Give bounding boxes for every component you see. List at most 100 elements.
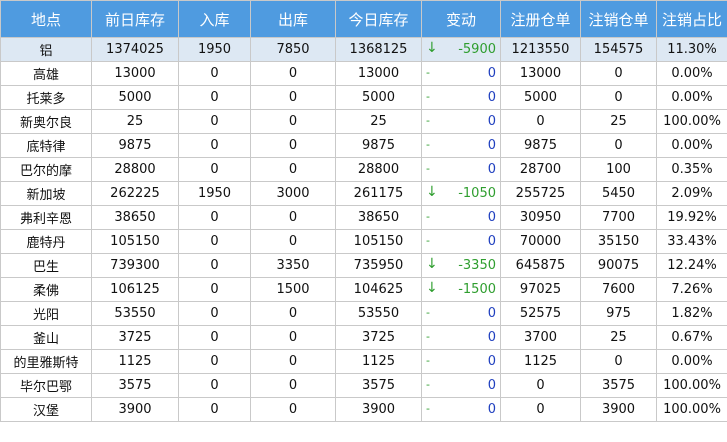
registered-warrants-cell: 255725: [500, 181, 581, 206]
prev-stock-cell: 1374025: [91, 37, 179, 62]
outbound-cell: 0: [250, 349, 336, 374]
cancel-ratio-cell: 2.09%: [656, 181, 727, 206]
inbound-cell: 0: [178, 253, 251, 278]
today-stock-cell: 38650: [335, 205, 422, 230]
location-cell: 光阳: [0, 301, 92, 326]
inventory-table: 地点 前日库存 入库 出库 今日库存 变动 注册仓单 注销仓单 注销占比 铝 13…: [0, 0, 727, 422]
dash-icon: -: [426, 402, 430, 415]
change-cell: -0: [421, 205, 501, 230]
outbound-cell: 1500: [250, 277, 336, 302]
registered-warrants-cell: 52575: [500, 301, 581, 326]
cancel-ratio-cell: 100.00%: [656, 109, 727, 134]
location-cell: 弗利辛恩: [0, 205, 92, 230]
registered-warrants-cell: 13000: [500, 61, 581, 86]
today-stock-cell: 5000: [335, 85, 422, 110]
table-row: 光阳 53550 0 0 53550-0 52575 975 1.82%: [0, 301, 727, 326]
cancel-ratio-cell: 7.26%: [656, 277, 727, 302]
cancel-ratio-cell: 11.30%: [656, 37, 727, 62]
dash-icon: -: [426, 162, 430, 175]
prev-stock-cell: 5000: [91, 85, 179, 110]
change-cell: -0: [421, 373, 501, 398]
change-value: -5900: [458, 42, 496, 57]
location-cell: 巴尔的摩: [0, 157, 92, 182]
prev-stock-cell: 28800: [91, 157, 179, 182]
dash-icon: -: [426, 114, 430, 127]
registered-warrants-cell: 0: [500, 397, 581, 422]
change-cell: -0: [421, 301, 501, 326]
prev-stock-cell: 739300: [91, 253, 179, 278]
prev-stock-cell: 53550: [91, 301, 179, 326]
outbound-cell: 7850: [250, 37, 336, 62]
change-cell: ↓ -1050: [421, 181, 501, 206]
change-value: 0: [487, 378, 496, 393]
outbound-cell: 3000: [250, 181, 336, 206]
prev-stock-cell: 105150: [91, 229, 179, 254]
dash-icon: -: [426, 66, 430, 79]
outbound-cell: 3350: [250, 253, 336, 278]
table-row: 高雄 13000 0 0 13000-0 13000 0 0.00%: [0, 61, 727, 86]
inbound-cell: 0: [178, 157, 251, 182]
outbound-cell: 0: [250, 109, 336, 134]
inbound-cell: 0: [178, 205, 251, 230]
table-row: 的里雅斯特 1125 0 0 1125-0 1125 0 0.00%: [0, 349, 727, 374]
header-cancelled-warrants: 注销仓单: [580, 0, 657, 38]
registered-warrants-cell: 645875: [500, 253, 581, 278]
location-cell: 釜山: [0, 325, 92, 350]
change-cell: -0: [421, 325, 501, 350]
change-cell: -0: [421, 349, 501, 374]
cancelled-warrants-cell: 7700: [580, 205, 657, 230]
today-stock-cell: 104625: [335, 277, 422, 302]
outbound-cell: 0: [250, 373, 336, 398]
cancel-ratio-cell: 33.43%: [656, 229, 727, 254]
registered-warrants-cell: 1213550: [500, 37, 581, 62]
location-cell: 新奥尔良: [0, 109, 92, 134]
change-cell: -0: [421, 61, 501, 86]
inbound-cell: 0: [178, 277, 251, 302]
location-cell: 高雄: [0, 61, 92, 86]
cancelled-warrants-cell: 3900: [580, 397, 657, 422]
arrow-down-icon: ↓: [426, 256, 438, 272]
outbound-cell: 0: [250, 133, 336, 158]
registered-warrants-cell: 30950: [500, 205, 581, 230]
change-value: 0: [487, 402, 496, 417]
location-cell: 的里雅斯特: [0, 349, 92, 374]
registered-warrants-cell: 1125: [500, 349, 581, 374]
cancelled-warrants-cell: 3575: [580, 373, 657, 398]
prev-stock-cell: 262225: [91, 181, 179, 206]
header-registered-warrants: 注册仓单: [500, 0, 581, 38]
cancelled-warrants-cell: 0: [580, 61, 657, 86]
outbound-cell: 0: [250, 85, 336, 110]
inbound-cell: 0: [178, 325, 251, 350]
change-value: 0: [487, 90, 496, 105]
registered-warrants-cell: 0: [500, 109, 581, 134]
registered-warrants-cell: 5000: [500, 85, 581, 110]
cancelled-warrants-cell: 35150: [580, 229, 657, 254]
outbound-cell: 0: [250, 397, 336, 422]
table-row: 托莱多 5000 0 0 5000-0 5000 0 0.00%: [0, 85, 727, 110]
table-row: 巴尔的摩 28800 0 0 28800-0 28700 100 0.35%: [0, 157, 727, 182]
table-row: 毕尔巴鄂 3575 0 0 3575-0 0 3575 100.00%: [0, 373, 727, 398]
change-value: 0: [487, 234, 496, 249]
table-row: 柔佛 106125 0 1500 104625 ↓ -1500 97025 7600 7.26%: [0, 277, 727, 302]
change-cell: ↓ -3350: [421, 253, 501, 278]
inbound-cell: 0: [178, 109, 251, 134]
cancelled-warrants-cell: 0: [580, 85, 657, 110]
table-row: 巴生 739300 0 3350 735950 ↓ -3350 645875 90075 12.2…: [0, 253, 727, 278]
change-value: -1500: [458, 282, 496, 297]
dash-icon: -: [426, 234, 430, 247]
outbound-cell: 0: [250, 157, 336, 182]
table-row-total: 铝 1374025 1950 7850 1368125 ↓ -5900 1213550 1545…: [0, 37, 727, 62]
cancel-ratio-cell: 19.92%: [656, 205, 727, 230]
registered-warrants-cell: 9875: [500, 133, 581, 158]
today-stock-cell: 53550: [335, 301, 422, 326]
change-cell: -0: [421, 109, 501, 134]
inbound-cell: 0: [178, 61, 251, 86]
cancelled-warrants-cell: 975: [580, 301, 657, 326]
registered-warrants-cell: 28700: [500, 157, 581, 182]
table-row: 弗利辛恩 38650 0 0 38650-0 30950 7700 19.92%: [0, 205, 727, 230]
inbound-cell: 0: [178, 229, 251, 254]
today-stock-cell: 9875: [335, 133, 422, 158]
header-today-stock: 今日库存: [335, 0, 422, 38]
outbound-cell: 0: [250, 205, 336, 230]
inbound-cell: 0: [178, 349, 251, 374]
